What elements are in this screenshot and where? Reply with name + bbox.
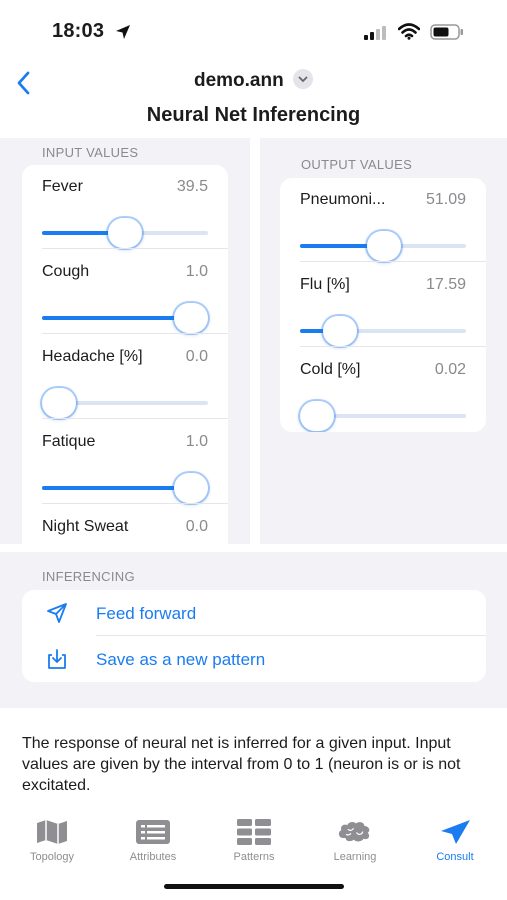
- input-row: Night Sweat 0.0: [22, 505, 228, 544]
- input-value: 1.0: [185, 263, 208, 280]
- row-separator: [300, 346, 486, 347]
- slider-fill: [42, 316, 191, 320]
- row-separator: [42, 503, 228, 504]
- inferencing-panel: INFERENCING Feed forward Save as a new p…: [0, 552, 507, 708]
- input-values-panel: INPUT VALUES Fever 39.5 Cough 1.0 Headache […: [0, 138, 250, 544]
- download-tray-icon: [48, 649, 66, 669]
- input-label: Headache [%]: [42, 348, 143, 365]
- battery-icon: [430, 24, 463, 40]
- input-slider[interactable]: [42, 388, 208, 418]
- wifi-icon: [398, 23, 420, 40]
- feed-forward-label: Feed forward: [96, 604, 197, 623]
- values-area: INPUT VALUES Fever 39.5 Cough 1.0 Headache […: [0, 138, 507, 544]
- output-row: Pneumoni... 51.09: [280, 178, 486, 262]
- save-pattern-button[interactable]: Save as a new pattern: [22, 636, 486, 682]
- output-value: 17.59: [425, 276, 466, 293]
- input-values-header: INPUT VALUES: [42, 145, 139, 160]
- slider-thumb[interactable]: [108, 218, 142, 248]
- output-row: Cold [%] 0.02: [280, 348, 486, 432]
- row-separator: [42, 418, 228, 419]
- inferencing-header: INFERENCING: [42, 569, 135, 584]
- row-separator: [42, 333, 228, 334]
- tab-patterns-label: Patterns: [233, 851, 275, 863]
- location-arrow-icon: [116, 25, 130, 39]
- output-values-card: Pneumoni... 51.09 Flu [%] 17.59 Cold [%] 0.02: [280, 178, 486, 432]
- output-slider[interactable]: [300, 401, 466, 431]
- tab-consult[interactable]: Consult: [405, 812, 505, 870]
- chevron-down-icon: [293, 68, 313, 89]
- tab-learning-label: Learning: [333, 851, 377, 863]
- input-values-card: Fever 39.5 Cough 1.0 Headache [%] 0.0 Fatique 1…: [22, 165, 228, 544]
- grid-icon: [237, 819, 271, 845]
- slider-thumb[interactable]: [42, 388, 76, 418]
- input-value: 0.0: [185, 348, 208, 365]
- slider-thumb[interactable]: [174, 473, 208, 503]
- input-slider[interactable]: [42, 473, 208, 503]
- brain-icon: [338, 822, 370, 842]
- navigation-bar: demo.ann Neural Net Inferencing: [0, 62, 507, 138]
- status-bar: 18:03: [0, 0, 507, 62]
- input-value: 0.0: [185, 518, 208, 535]
- feed-forward-button[interactable]: Feed forward: [22, 590, 486, 636]
- output-row: Flu [%] 17.59: [280, 263, 486, 347]
- save-pattern-label: Save as a new pattern: [96, 650, 266, 669]
- output-value: 0.02: [434, 361, 466, 378]
- input-value: 1.0: [185, 433, 208, 450]
- output-values-header: OUTPUT VALUES: [301, 157, 413, 172]
- tab-consult-label: Consult: [436, 851, 474, 863]
- output-slider[interactable]: [300, 231, 466, 261]
- slider-fill: [42, 486, 191, 490]
- input-row: Fever 39.5: [22, 165, 228, 249]
- map-icon: [37, 820, 67, 844]
- input-row: Headache [%] 0.0: [22, 335, 228, 419]
- input-label: Fever: [42, 178, 83, 195]
- output-slider[interactable]: [300, 316, 466, 346]
- input-label: Cough: [42, 263, 90, 280]
- tab-topology-label: Topology: [29, 851, 75, 863]
- send-icon: [47, 603, 67, 623]
- row-separator: [300, 261, 486, 262]
- document-title-menu[interactable]: demo.ann: [0, 68, 507, 92]
- input-value: 39.5: [176, 178, 208, 195]
- tab-topology[interactable]: Topology: [2, 812, 102, 870]
- tab-attributes[interactable]: Attributes: [103, 812, 203, 870]
- document-title: demo.ann: [193, 70, 284, 91]
- input-label: Night Sweat: [42, 518, 129, 535]
- list-icon: [136, 820, 170, 844]
- description-text: The response of neural net is inferred f…: [22, 735, 461, 794]
- tab-patterns[interactable]: Patterns: [204, 812, 304, 870]
- status-time: 18:03: [52, 20, 105, 42]
- home-indicator: [164, 884, 344, 889]
- slider-thumb[interactable]: [300, 401, 334, 431]
- input-label: Fatique: [42, 433, 96, 450]
- slider-thumb[interactable]: [174, 303, 208, 333]
- output-label: Cold [%]: [300, 361, 361, 378]
- output-label: Flu [%]: [300, 276, 350, 293]
- input-row: Fatique 1.0: [22, 420, 228, 504]
- column-divider: [250, 138, 260, 544]
- send-icon: [441, 820, 470, 844]
- cellular-signal-icon: [364, 26, 386, 40]
- output-label: Pneumoni...: [300, 191, 386, 208]
- inferencing-card: Feed forward Save as a new pattern: [22, 590, 486, 682]
- input-slider[interactable]: [42, 218, 208, 248]
- output-value: 51.09: [425, 191, 466, 208]
- tab-learning[interactable]: Learning: [305, 812, 405, 870]
- slider-thumb[interactable]: [367, 231, 401, 261]
- row-separator: [42, 248, 228, 249]
- slider-thumb[interactable]: [323, 316, 357, 346]
- page-title: Neural Net Inferencing: [146, 104, 361, 126]
- output-values-panel: OUTPUT VALUES Pneumoni... 51.09 Flu [%] 17.…: [260, 138, 507, 544]
- tab-attributes-label: Attributes: [129, 851, 177, 863]
- input-slider[interactable]: [42, 303, 208, 333]
- input-row: Cough 1.0: [22, 250, 228, 334]
- tab-bar: Topology Attributes Patterns Learning Co…: [0, 812, 507, 872]
